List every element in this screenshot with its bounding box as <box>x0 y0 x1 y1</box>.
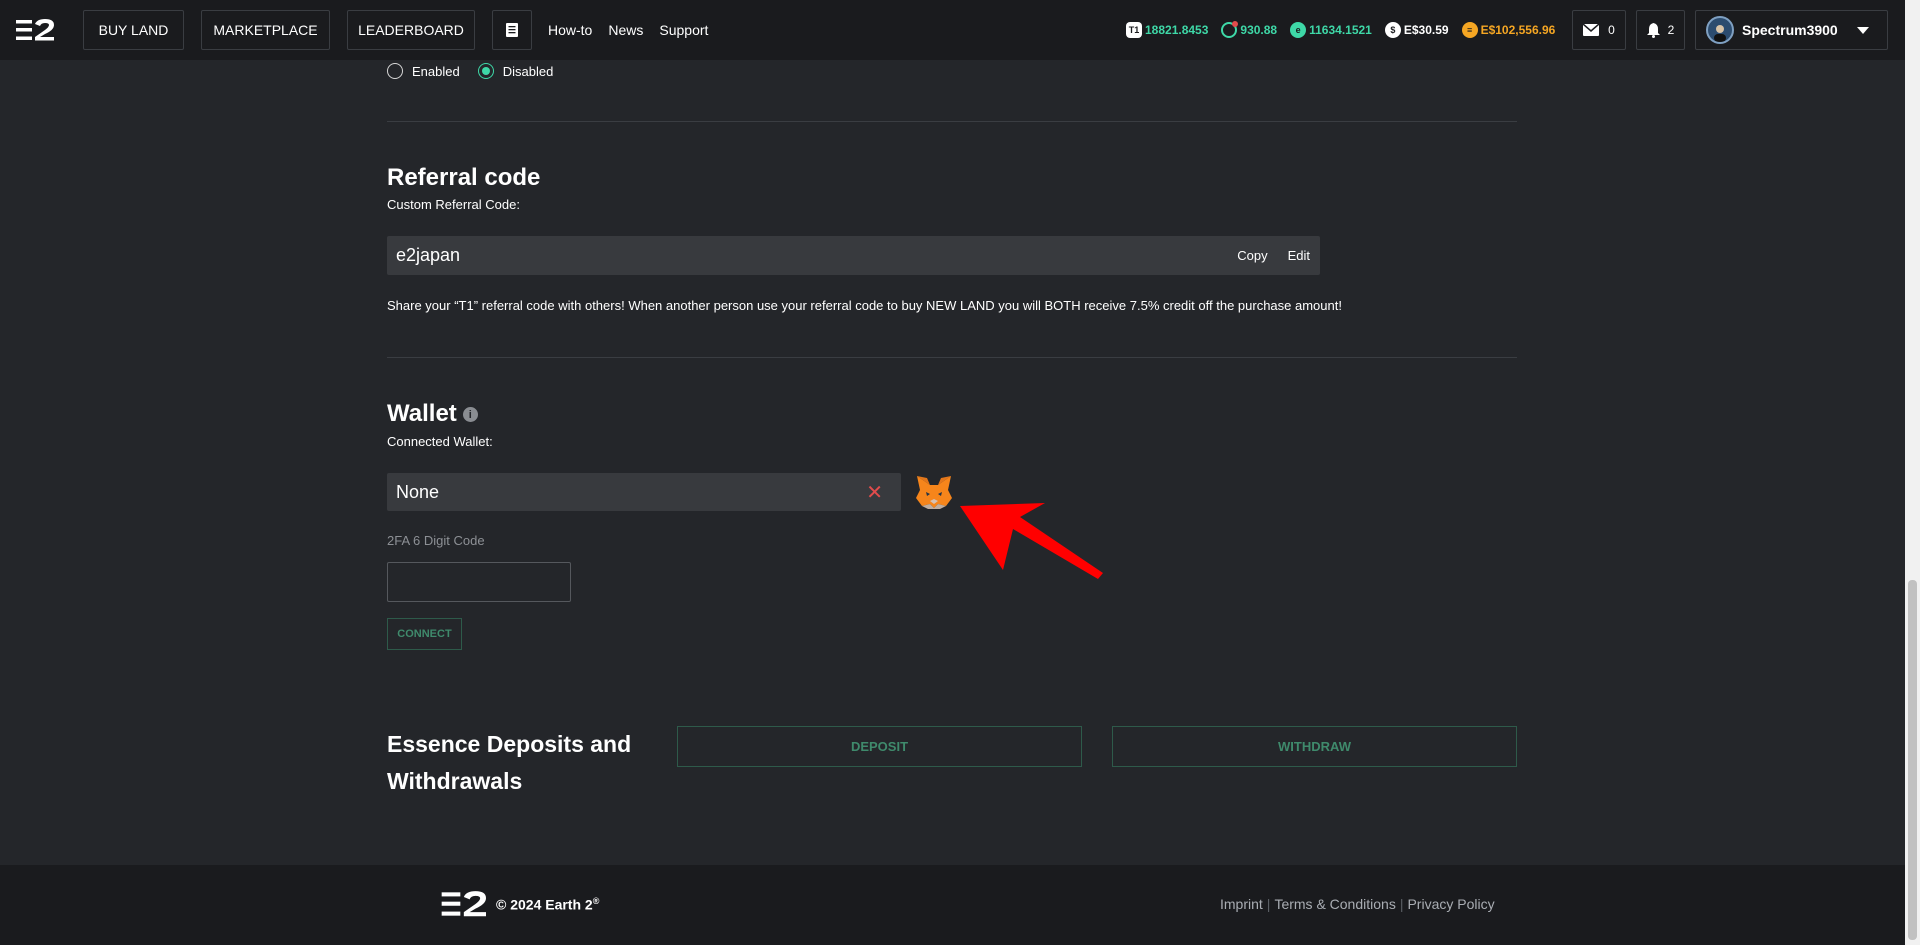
buy-land-button[interactable]: BUY LAND <box>83 10 184 50</box>
dollar-icon: $ <box>1384 22 1401 38</box>
wallet-value: None <box>396 481 440 502</box>
jewels-balance[interactable]: 930.88 <box>1221 21 1278 38</box>
balance-bar: T1 18821.8453 930.88 e 11634.1521 $ E$30… <box>1126 0 1568 60</box>
e2-logo[interactable] <box>440 890 490 918</box>
mail-button[interactable]: 0 <box>1572 10 1626 50</box>
jewel-icon <box>1221 21 1239 38</box>
wallet-title-text: Wallet <box>387 400 457 427</box>
support-link[interactable]: Support <box>659 22 708 38</box>
section-divider <box>387 121 1517 122</box>
document-icon[interactable] <box>492 10 532 50</box>
notification-count: 2 <box>1667 23 1675 37</box>
essence-title: Essence Deposits and Withdrawals <box>387 731 632 794</box>
mail-count: 0 <box>1608 23 1615 37</box>
footer-links: Imprint | Terms & Conditions | Privacy Polic… <box>1220 896 1495 912</box>
page-scrollbar[interactable] <box>1905 0 1920 945</box>
withdraw-button[interactable]: WITHDRAW <box>1112 726 1517 767</box>
leaderboard-button[interactable]: LEADERBOARD <box>347 10 475 50</box>
registered-mark: ® <box>592 895 600 906</box>
radio-disabled[interactable] <box>477 63 494 79</box>
essence-value: 11634.1521 <box>1309 23 1372 37</box>
copyright: © 2024 Earth 2® <box>496 896 599 913</box>
referral-code-value: e2japan <box>396 245 461 265</box>
news-link[interactable]: News <box>608 22 643 38</box>
edit-button[interactable]: Edit <box>1288 248 1310 263</box>
referral-description: Share your “T1” referral code with other… <box>387 298 1342 313</box>
mail-icon <box>1583 24 1600 36</box>
wallet-title: Wallet i <box>387 400 478 428</box>
radio-enabled-label: Enabled <box>412 63 460 79</box>
scrollbar-thumb[interactable] <box>1908 580 1917 940</box>
info-icon[interactable]: i <box>462 407 478 423</box>
avatar <box>1706 16 1734 44</box>
privacy-link[interactable]: Privacy Policy <box>1407 896 1494 912</box>
gold-balance[interactable]: ≡ E$102,556.96 <box>1461 22 1556 38</box>
cash-balance[interactable]: $ E$30.59 <box>1384 22 1449 38</box>
user-menu[interactable]: Spectrum3900 <box>1695 10 1888 50</box>
referral-title: Referral code <box>387 164 541 191</box>
referral-code-field[interactable]: e2japan Copy Edit <box>387 236 1320 275</box>
bell-icon <box>1646 22 1660 38</box>
referral-label: Custom Referral Code: <box>387 197 520 212</box>
e2-logo[interactable] <box>16 17 56 43</box>
twofa-input[interactable] <box>387 562 571 602</box>
twofa-label: 2FA 6 Digit Code <box>387 533 485 548</box>
gold-value: E$102,556.96 <box>1480 23 1556 37</box>
jewels-value: 930.88 <box>1240 23 1278 37</box>
wallet-field[interactable]: None ✕ <box>387 473 901 511</box>
metamask-fox-icon[interactable] <box>914 474 954 515</box>
deposit-button[interactable]: DEPOSIT <box>677 726 1082 767</box>
wallet-label: Connected Wallet: <box>387 434 493 449</box>
chevron-down-icon <box>1857 27 1869 34</box>
toggle-radio-group: Enabled Disabled <box>387 63 553 79</box>
footer-logo: © 2024 Earth 2® <box>440 890 599 918</box>
howto-link[interactable]: How-to <box>548 22 592 38</box>
copyright-text: © 2024 Earth 2 <box>496 896 593 913</box>
essence-icon: e <box>1290 22 1307 38</box>
section-divider <box>387 357 1517 358</box>
cash-value: E$30.59 <box>1403 23 1449 37</box>
red-arrow-annotation <box>960 503 1103 579</box>
imprint-link[interactable]: Imprint <box>1220 896 1263 912</box>
clear-icon[interactable]: ✕ <box>866 480 883 505</box>
essence-balance[interactable]: e 11634.1521 <box>1290 22 1372 38</box>
radio-enabled[interactable] <box>387 63 403 79</box>
connect-button[interactable]: CONNECT <box>387 618 462 650</box>
copy-button[interactable]: Copy <box>1237 248 1267 263</box>
tiles-icon: T1 <box>1126 22 1142 38</box>
tiles-balance[interactable]: T1 18821.8453 <box>1126 22 1208 38</box>
username: Spectrum3900 <box>1742 22 1838 38</box>
marketplace-button[interactable]: MARKETPLACE <box>201 10 330 50</box>
coin-stack-icon: ≡ <box>1461 22 1478 38</box>
footer: © 2024 Earth 2® Imprint | Terms & Conditio… <box>0 865 1905 945</box>
radio-disabled-label: Disabled <box>502 63 554 79</box>
notifications-button[interactable]: 2 <box>1636 10 1685 50</box>
terms-link[interactable]: Terms & Conditions <box>1274 896 1395 912</box>
tiles-value: 18821.8453 <box>1145 23 1209 37</box>
